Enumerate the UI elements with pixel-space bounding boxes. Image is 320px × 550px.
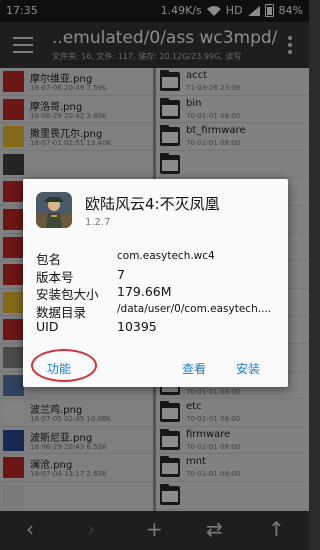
info-value: 179.66M: [117, 284, 172, 300]
app-icon: [36, 192, 72, 228]
info-row-uid: UID 10395: [36, 319, 276, 337]
app-info-list: 包名 com.easytech.wc4 版本号 7 安装包大小 179.66M …: [36, 249, 276, 337]
apk-info-dialog: 欧陆风云4:不灭凤凰 1.2.7 包名 com.easytech.wc4 版本号…: [23, 179, 288, 387]
info-label: 包名: [36, 252, 62, 267]
info-label: UID: [36, 319, 59, 335]
info-label: 版本号: [36, 269, 74, 285]
info-row-version-code: 版本号 7: [36, 267, 276, 285]
functions-button[interactable]: 功能: [47, 360, 71, 377]
app-version: 1.2.7: [85, 217, 111, 228]
info-row-size: 安装包大小 179.66M: [36, 284, 276, 302]
view-button[interactable]: 查看: [182, 360, 206, 377]
info-label: 数据目录: [36, 304, 87, 320]
install-button[interactable]: 安装: [236, 360, 260, 377]
app-name: 欧陆风云4:不灭凤凰: [85, 195, 220, 213]
info-row-data-dir: 数据目录 /data/user/0/com.easytech....: [36, 302, 276, 320]
info-label: 安装包大小: [36, 287, 99, 303]
info-value: /data/user/0/com.easytech....: [117, 302, 272, 315]
info-value: 10395: [117, 319, 157, 335]
info-value: com.easytech.wc4: [117, 250, 215, 262]
info-value: 7: [117, 266, 125, 282]
info-row-package: 包名 com.easytech.wc4: [36, 249, 276, 267]
